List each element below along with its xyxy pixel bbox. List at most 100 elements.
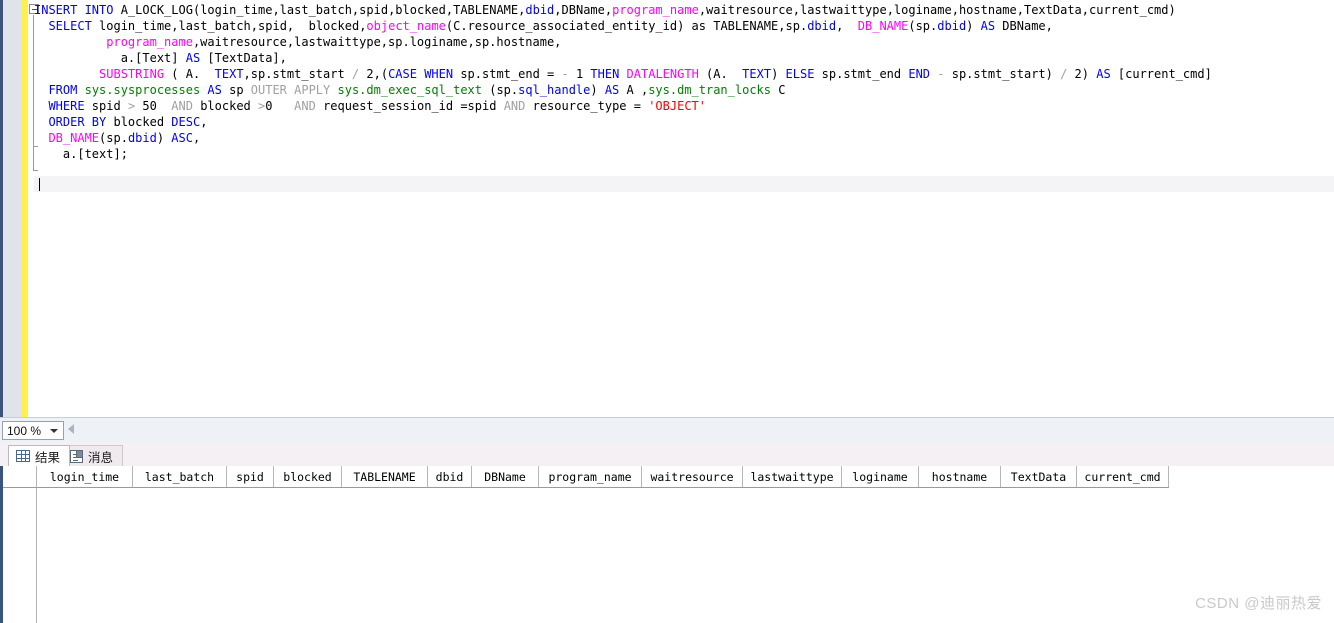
code-token: THEN (590, 67, 620, 81)
code-line: ORDER BY blocked DESC, (34, 114, 1334, 130)
code-token: ) (966, 19, 981, 33)
code-token: TABLENAME (453, 3, 519, 17)
grid-column-header[interactable]: waitresource (642, 466, 743, 487)
code-token: blocked (308, 19, 360, 33)
sql-code-text[interactable]: INSERT INTO A_LOCK_LOG(login_time,last_b… (34, 2, 1334, 162)
code-token: CASE (388, 67, 417, 81)
tab-messages[interactable]: 消息 (62, 445, 124, 466)
code-token: last_batch (178, 19, 251, 33)
code-token: resource_type = (525, 99, 649, 113)
code-token: INSERT INTO (34, 3, 121, 17)
code-token: login_time (91, 19, 172, 33)
code-token: AS (980, 19, 996, 33)
code-token: AS (1096, 67, 1111, 81)
results-grid[interactable]: login_time last_batch spid blocked TABLENAME… (3, 466, 1334, 623)
chevron-down-icon (50, 428, 58, 433)
code-token: OUTER APPLY (250, 83, 331, 97)
code-token: , (1081, 3, 1090, 17)
code-token: ASC (171, 131, 193, 145)
code-token: lastwaittype (799, 3, 887, 17)
grid-column-header[interactable]: last_batch (133, 466, 227, 487)
grid-column-header[interactable]: TextData (1001, 466, 1077, 487)
grid-column-header[interactable]: spid (227, 466, 274, 487)
code-token: sys.dm_exec_sql_text (337, 83, 483, 97)
code-token: ELSE (785, 67, 815, 81)
code-token: FROM (48, 83, 78, 97)
tab-results[interactable]: 结果 (8, 445, 71, 466)
code-token: DATALENGTH (626, 67, 699, 81)
results-grid-body[interactable] (3, 488, 1334, 623)
code-token: last_batch (279, 3, 352, 17)
code-token: loginame (893, 3, 952, 17)
code-token: , (554, 3, 562, 17)
code-token: , (836, 19, 858, 33)
code-token: current_cmd (1089, 3, 1169, 17)
sql-editor-pane[interactable]: INSERT INTO A_LOCK_LOG(login_time,last_b… (0, 0, 1334, 417)
code-token: C (771, 83, 786, 97)
code-token: , (1016, 3, 1024, 17)
code-token: dbid (937, 19, 967, 33)
code-line: a.[text]; (34, 146, 1334, 162)
code-token: AS (604, 83, 620, 97)
grid-corner-cell[interactable] (3, 466, 37, 487)
code-token: 2) (1067, 67, 1097, 81)
code-token: sp. (785, 19, 808, 33)
grid-column-header[interactable]: hostname (919, 466, 1001, 487)
results-tab-strip: 结果 消息 (0, 443, 1334, 466)
watermark-text: CSDN @迪丽热爱 (1195, 595, 1322, 612)
text-caret (39, 178, 40, 191)
code-token: END (908, 67, 931, 81)
grid-column-header[interactable]: lastwaittype (743, 466, 842, 487)
code-token: program_name (106, 35, 193, 49)
code-token: , (250, 19, 259, 33)
code-token: waitresource (706, 3, 793, 17)
code-token: ,waitresource,lastwaittype,sp.loginame,s… (192, 35, 562, 49)
code-token: TEXT (214, 67, 244, 81)
code-token: dbid (807, 19, 837, 33)
code-token: , (778, 19, 786, 33)
grid-column-header[interactable]: current_cmd (1077, 466, 1169, 487)
code-token: dbid (127, 131, 157, 145)
grid-column-header[interactable]: TABLENAME (342, 466, 428, 487)
zoom-level-select[interactable]: 100 % (2, 421, 64, 440)
code-token: sys.dm_tran_locks (648, 83, 772, 97)
code-token: 0 (265, 99, 295, 113)
code-token: ) (771, 67, 786, 81)
code-token: object_name (366, 19, 446, 33)
code-token: AS (207, 83, 222, 97)
code-token: TEXT (742, 67, 772, 81)
code-token: ( A. (164, 67, 215, 81)
code-token: WHEN (424, 67, 454, 81)
grid-column-header[interactable]: login_time (37, 466, 133, 487)
editor-indicator-margin[interactable] (3, 0, 21, 417)
grid-column-header[interactable]: DBName (472, 466, 539, 487)
grid-row-header-column (3, 488, 37, 623)
grid-column-header[interactable]: loginame (842, 466, 919, 487)
horizontal-scroll-left-arrow-icon[interactable] (68, 424, 74, 434)
code-token: - (561, 67, 569, 81)
code-line: DB_NAME(sp.dbid) ASC, (34, 130, 1334, 146)
code-token: sp.stmt_end = (453, 67, 562, 81)
code-token: DBName (561, 3, 605, 17)
code-token: ,sp.stmt_start (243, 67, 352, 81)
code-token: (sp. (908, 19, 938, 33)
editor-status-strip: 100 % (0, 417, 1334, 443)
grid-icon (16, 450, 30, 462)
grid-column-header[interactable]: blocked (274, 466, 342, 487)
grid-column-header[interactable]: program_name (539, 466, 642, 487)
code-line: program_name,waitresource,lastwaittype,s… (34, 34, 1334, 50)
code-token: DB_NAME (48, 131, 100, 145)
code-token: ) (1168, 3, 1176, 17)
code-token: (C.resource_associated_entity_id) (445, 19, 685, 33)
code-token: 'OBJECT' (648, 99, 706, 113)
code-token: SUBSTRING (99, 67, 165, 81)
code-token: blocked (395, 3, 446, 17)
code-token: [current_cmd] (1110, 67, 1212, 81)
code-token: as (684, 19, 714, 33)
code-token: SELECT (48, 19, 92, 33)
grid-column-header[interactable]: dbid (428, 466, 472, 487)
code-token: , (171, 19, 179, 33)
